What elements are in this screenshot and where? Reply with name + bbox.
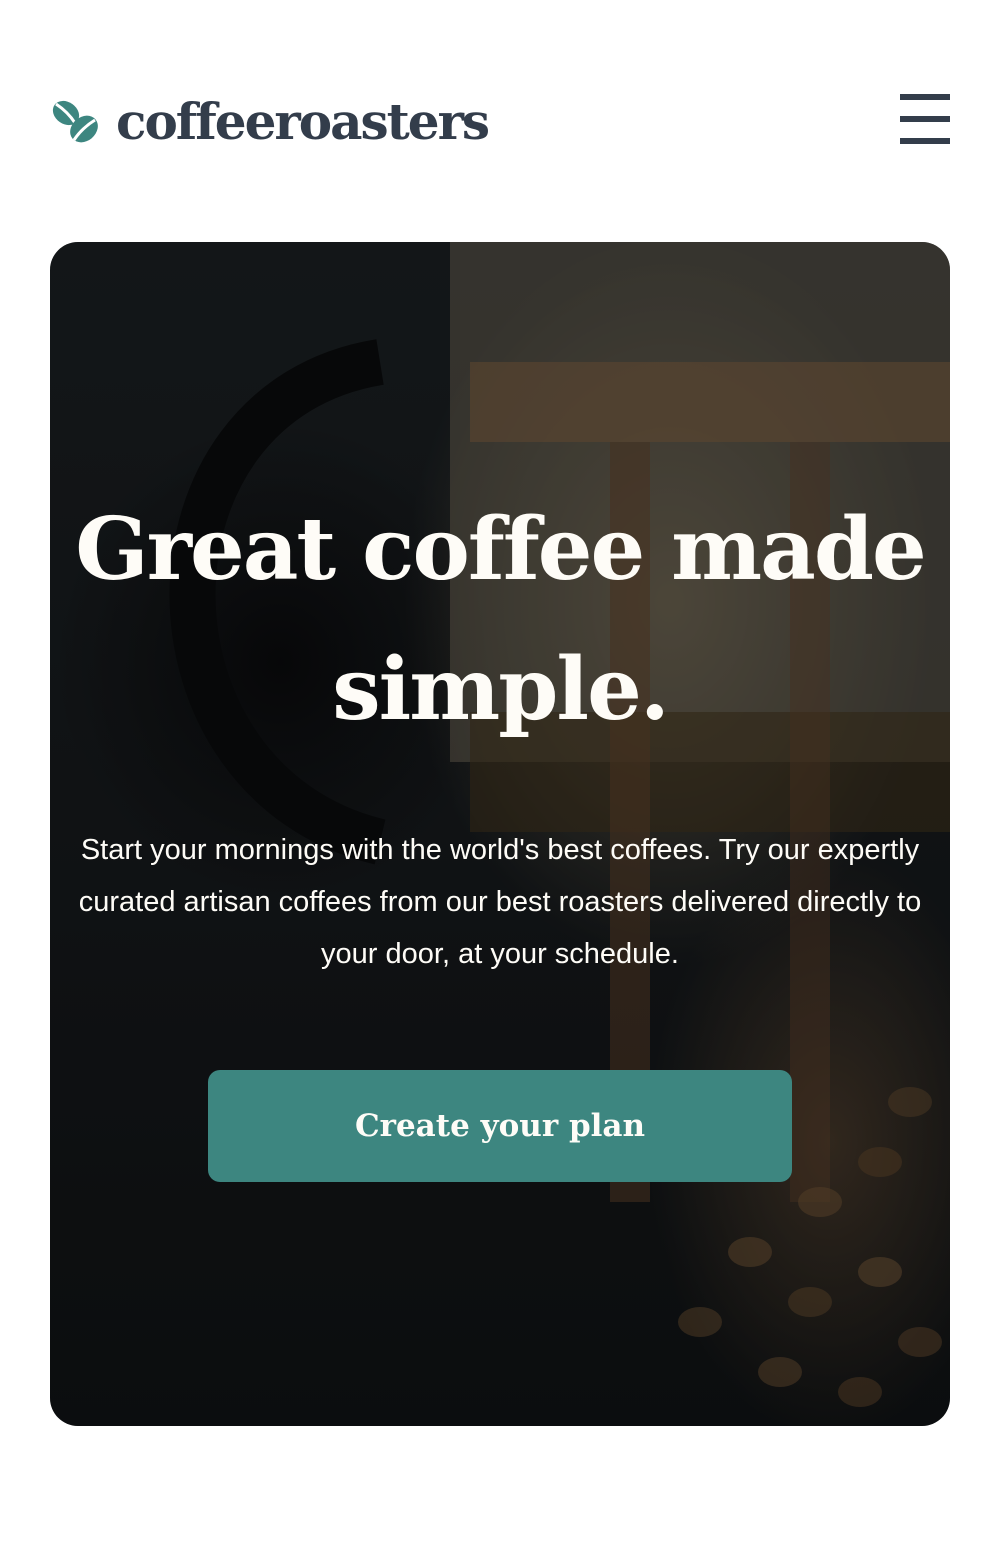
hero-description: Start your mornings with the world's bes… [78,834,922,970]
create-plan-button[interactable]: Create your plan [208,1070,792,1182]
hamburger-menu-button[interactable] [900,94,950,144]
brand-logo[interactable]: coffeeroasters [50,90,490,154]
hero-section: Great coffee made simple. Start your mor… [50,242,950,1426]
hero-title: Great coffee made simple. [75,499,927,740]
site-header: coffeeroasters [50,90,950,154]
brand-name: coffeeroasters [116,92,490,151]
coffee-bean-logo-icon [52,100,98,143]
